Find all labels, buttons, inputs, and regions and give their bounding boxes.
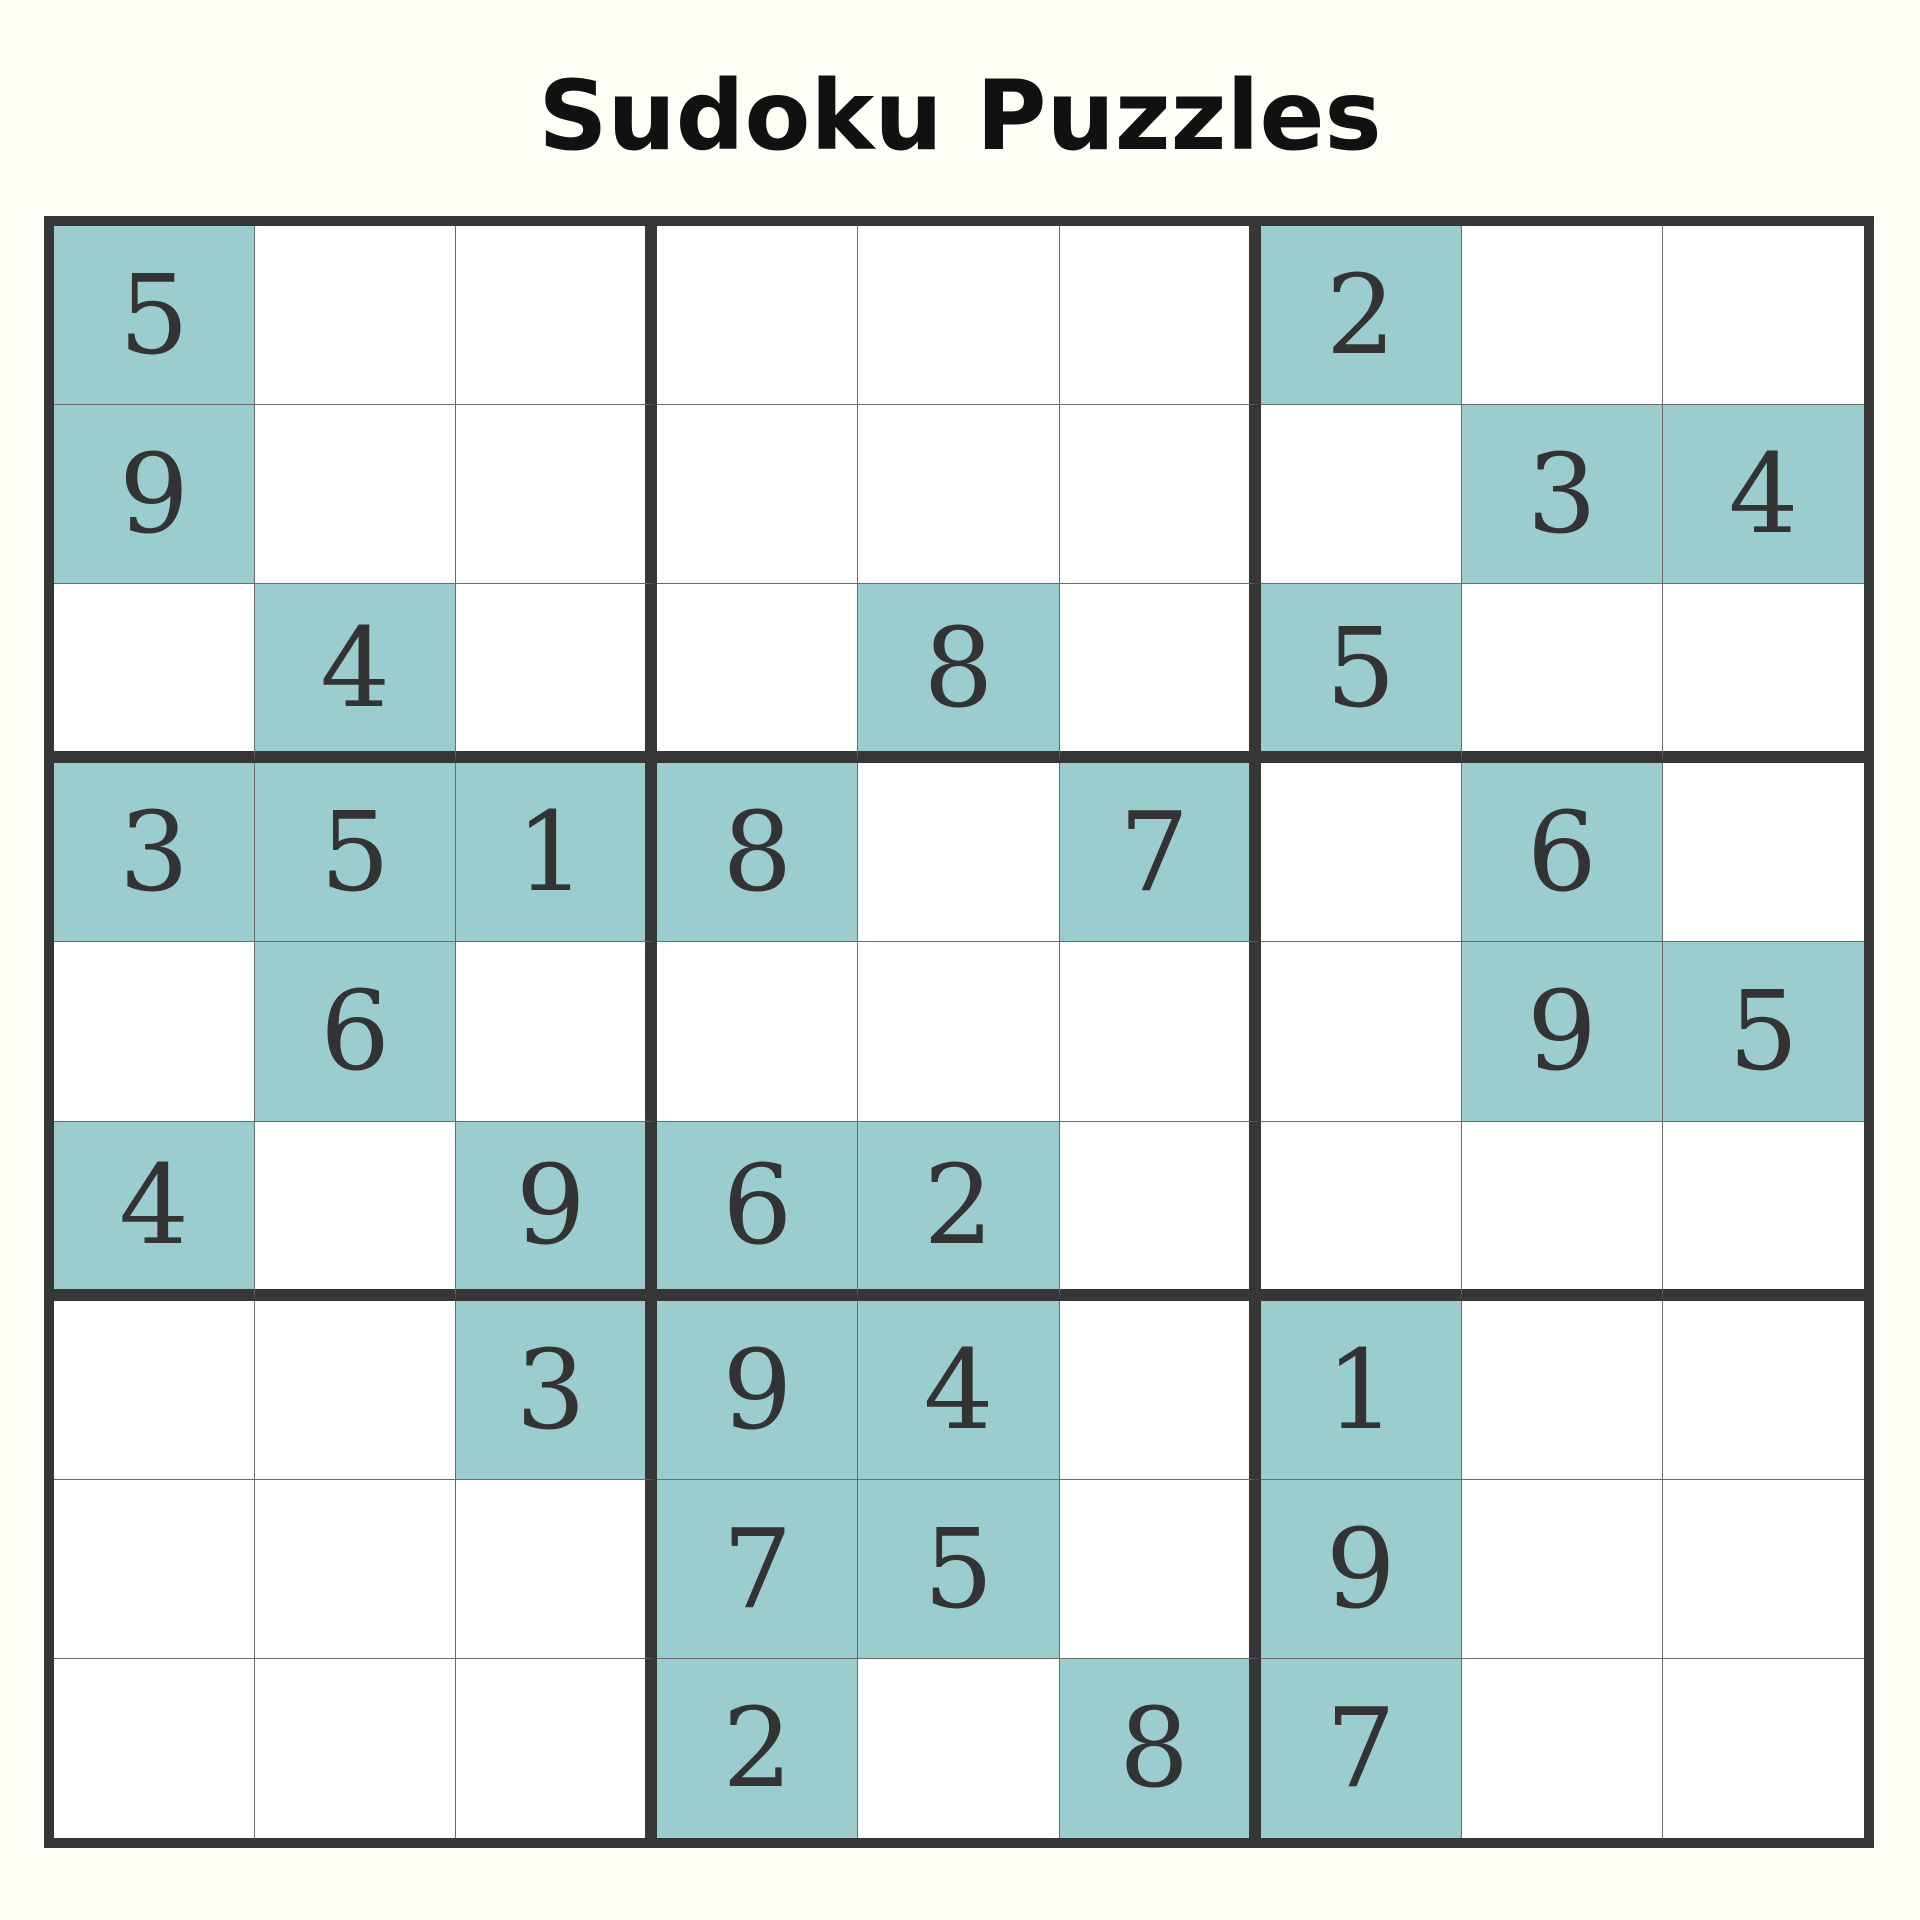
empty-cell[interactable] bbox=[255, 1300, 457, 1480]
given-cell: 2 bbox=[657, 1658, 859, 1838]
given-cell: 5 bbox=[1260, 584, 1462, 764]
empty-cell[interactable] bbox=[54, 1658, 256, 1838]
given-cell: 4 bbox=[255, 584, 457, 764]
given-cell: 9 bbox=[456, 1121, 658, 1301]
given-cell: 9 bbox=[54, 405, 256, 585]
given-cell: 3 bbox=[54, 763, 256, 943]
given-cell: 6 bbox=[657, 1121, 859, 1301]
empty-cell[interactable] bbox=[858, 1658, 1060, 1838]
given-cell: 1 bbox=[456, 763, 658, 943]
empty-cell[interactable] bbox=[1260, 942, 1462, 1122]
empty-cell[interactable] bbox=[456, 584, 658, 764]
empty-cell[interactable] bbox=[1662, 763, 1864, 943]
empty-cell[interactable] bbox=[1260, 1121, 1462, 1301]
empty-cell[interactable] bbox=[1662, 1121, 1864, 1301]
given-cell: 3 bbox=[1461, 405, 1663, 585]
empty-cell[interactable] bbox=[1461, 226, 1663, 406]
empty-cell[interactable] bbox=[657, 405, 859, 585]
empty-cell[interactable] bbox=[456, 942, 658, 1122]
empty-cell[interactable] bbox=[456, 1479, 658, 1659]
given-cell: 2 bbox=[1260, 226, 1462, 406]
given-cell: 3 bbox=[456, 1300, 658, 1480]
page-title: Sudoku Puzzles bbox=[538, 60, 1382, 172]
empty-cell[interactable] bbox=[255, 405, 457, 585]
empty-cell[interactable] bbox=[1662, 1479, 1864, 1659]
given-cell: 4 bbox=[1662, 405, 1864, 585]
empty-cell[interactable] bbox=[54, 942, 256, 1122]
given-cell: 8 bbox=[858, 584, 1060, 764]
empty-cell[interactable] bbox=[858, 226, 1060, 406]
empty-cell[interactable] bbox=[1260, 405, 1462, 585]
empty-cell[interactable] bbox=[1461, 584, 1663, 764]
empty-cell[interactable] bbox=[255, 1121, 457, 1301]
empty-cell[interactable] bbox=[255, 1479, 457, 1659]
empty-cell[interactable] bbox=[1059, 942, 1261, 1122]
given-cell: 9 bbox=[1260, 1479, 1462, 1659]
empty-cell[interactable] bbox=[456, 1658, 658, 1838]
empty-cell[interactable] bbox=[54, 1300, 256, 1480]
empty-cell[interactable] bbox=[657, 584, 859, 764]
empty-cell[interactable] bbox=[1059, 1121, 1261, 1301]
empty-cell[interactable] bbox=[858, 763, 1060, 943]
given-cell: 7 bbox=[657, 1479, 859, 1659]
given-cell: 5 bbox=[858, 1479, 1060, 1659]
empty-cell[interactable] bbox=[1461, 1658, 1663, 1838]
given-cell: 7 bbox=[1059, 763, 1261, 943]
given-cell: 2 bbox=[858, 1121, 1060, 1301]
empty-cell[interactable] bbox=[1461, 1121, 1663, 1301]
empty-cell[interactable] bbox=[1059, 226, 1261, 406]
empty-cell[interactable] bbox=[657, 942, 859, 1122]
empty-cell[interactable] bbox=[1662, 1658, 1864, 1838]
empty-cell[interactable] bbox=[1059, 1479, 1261, 1659]
empty-cell[interactable] bbox=[1461, 1300, 1663, 1480]
given-cell: 4 bbox=[54, 1121, 256, 1301]
sudoku-board: 5293448535187669549623941759287 bbox=[44, 216, 1874, 1848]
given-cell: 5 bbox=[54, 226, 256, 406]
empty-cell[interactable] bbox=[1662, 584, 1864, 764]
given-cell: 4 bbox=[858, 1300, 1060, 1480]
empty-cell[interactable] bbox=[657, 226, 859, 406]
empty-cell[interactable] bbox=[456, 226, 658, 406]
given-cell: 6 bbox=[1461, 763, 1663, 943]
given-cell: 5 bbox=[255, 763, 457, 943]
empty-cell[interactable] bbox=[1662, 226, 1864, 406]
empty-cell[interactable] bbox=[858, 405, 1060, 585]
empty-cell[interactable] bbox=[1059, 405, 1261, 585]
empty-cell[interactable] bbox=[1260, 763, 1462, 943]
empty-cell[interactable] bbox=[858, 942, 1060, 1122]
empty-cell[interactable] bbox=[1059, 1300, 1261, 1480]
empty-cell[interactable] bbox=[54, 1479, 256, 1659]
empty-cell[interactable] bbox=[1461, 1479, 1663, 1659]
empty-cell[interactable] bbox=[255, 226, 457, 406]
empty-cell[interactable] bbox=[255, 1658, 457, 1838]
given-cell: 8 bbox=[657, 763, 859, 943]
given-cell: 7 bbox=[1260, 1658, 1462, 1838]
empty-cell[interactable] bbox=[1662, 1300, 1864, 1480]
given-cell: 5 bbox=[1662, 942, 1864, 1122]
given-cell: 1 bbox=[1260, 1300, 1462, 1480]
given-cell: 9 bbox=[657, 1300, 859, 1480]
given-cell: 9 bbox=[1461, 942, 1663, 1122]
empty-cell[interactable] bbox=[456, 405, 658, 585]
empty-cell[interactable] bbox=[1059, 584, 1261, 764]
given-cell: 6 bbox=[255, 942, 457, 1122]
empty-cell[interactable] bbox=[54, 584, 256, 764]
given-cell: 8 bbox=[1059, 1658, 1261, 1838]
